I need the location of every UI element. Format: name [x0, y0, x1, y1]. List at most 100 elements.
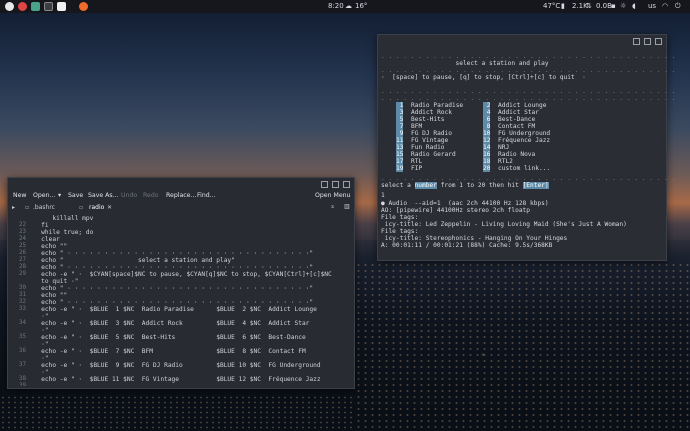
code-line: clear: [30, 236, 60, 243]
station-name: Fun Radio: [411, 144, 445, 151]
line-number: 36: [19, 348, 26, 354]
line-number: 34: [19, 320, 26, 326]
player-output-line: ● Audio --aid=1 (aac 2ch 44100 Hz 128 kb…: [381, 200, 549, 207]
disk-icon: ▪: [611, 2, 616, 10]
weather-temp[interactable]: 16°: [355, 2, 367, 11]
line-number: 35: [19, 334, 26, 340]
new-button[interactable]: New: [13, 192, 27, 199]
browser-icon[interactable]: [79, 2, 88, 11]
code-line: while true; do: [30, 229, 94, 236]
prompt-highlight: [Enter]: [522, 182, 549, 189]
wifi-icon[interactable]: ◠: [662, 2, 668, 11]
keyboard-layout[interactable]: us: [648, 2, 656, 11]
replace-button[interactable]: Replace...: [166, 192, 196, 199]
player-output-line: icy-title: Stereophonics - Hanging On Yo…: [381, 235, 568, 242]
tab-close-icon[interactable]: ✕: [107, 204, 112, 211]
sidebar-toggle-icon[interactable]: ▥: [344, 203, 350, 210]
station-number: 9: [396, 130, 404, 137]
station-number: 3: [396, 109, 404, 116]
code-line: ·": [30, 355, 49, 362]
station-name: FG DJ Radio: [411, 130, 452, 137]
code-line: echo "": [30, 243, 68, 250]
station-number: 14: [483, 144, 491, 151]
station-number: 15: [396, 151, 404, 158]
undo-button[interactable]: Undo: [121, 192, 137, 199]
line-number: 25: [19, 243, 26, 249]
city-lights-left: [0, 395, 355, 431]
line-number: 22: [19, 222, 26, 228]
tab-bashrc[interactable]: .bashrc: [33, 204, 55, 211]
code-line: echo " select a station and play": [30, 257, 235, 264]
open-button[interactable]: Open...: [33, 192, 55, 199]
line-number: 29: [19, 271, 26, 277]
player-output-line: File tags:: [381, 228, 419, 235]
code-line: ·": [30, 327, 49, 334]
station-name: custom link...: [498, 165, 551, 172]
redo-button[interactable]: Redo: [143, 192, 159, 199]
tab-list-icon[interactable]: ▸: [12, 204, 15, 211]
terminal-window[interactable]: . . . . . . . . . . . . . . . . . . . . …: [377, 34, 675, 261]
maximize-icon[interactable]: [644, 38, 651, 45]
clock[interactable]: 8:20: [328, 2, 344, 11]
prompt-text: select a: [381, 182, 415, 189]
station-number: 5: [396, 116, 404, 123]
line-number: 27: [19, 257, 26, 263]
dotted-border: . . . . . . . . . . . . . . . . . . . . …: [381, 53, 676, 60]
code-line: ·": [30, 341, 49, 348]
files-icon[interactable]: [31, 2, 40, 11]
brightness-icon[interactable]: ☼: [620, 2, 626, 11]
player-output-line: File tags:: [381, 214, 419, 221]
text-editor-window[interactable]: New Open... ▾ Save Save As... Undo Redo …: [7, 177, 355, 389]
line-number: 28: [19, 264, 26, 270]
save-as-button[interactable]: Save As...: [88, 192, 119, 199]
station-name: Radio Nova: [498, 151, 536, 158]
thermometer-icon: ▮: [561, 2, 565, 10]
line-number: 31: [19, 292, 26, 298]
open-menu-button[interactable]: Open Menu: [315, 192, 350, 199]
station-number: 10: [483, 130, 491, 137]
tab-radio[interactable]: radio: [89, 204, 104, 211]
spellcheck-icon[interactable]: ⌅: [330, 203, 335, 210]
vivaldi-icon[interactable]: [18, 2, 27, 11]
station-name: FG Vintage: [411, 137, 449, 144]
station-number: 1: [396, 102, 404, 109]
user-input: 1: [381, 192, 385, 199]
close-icon[interactable]: [655, 38, 662, 45]
open-dropdown-icon[interactable]: ▾: [58, 192, 61, 199]
station-name: FG Underground: [498, 130, 551, 137]
code-line: echo -e " · $BLUE 11 $NC FG Vintage $BLU…: [30, 376, 321, 383]
station-name: NRJ: [498, 144, 510, 151]
station-name: Radio Paradise: [411, 102, 464, 109]
station-number: 7: [396, 123, 404, 130]
station-number: 11: [396, 137, 404, 144]
dotted-border: . . . . . . . . . . . . . . . . . . . . …: [381, 88, 676, 95]
line-number: 39: [19, 383, 26, 386]
minimize-icon[interactable]: [633, 38, 640, 45]
line-number: 30: [19, 285, 26, 291]
network-icon: ⇅: [586, 2, 592, 10]
text-editor-icon[interactable]: [57, 2, 66, 11]
code-line: ·": [30, 369, 49, 376]
power-icon[interactable]: ⏻: [675, 2, 681, 11]
station-name: Radio Gerard: [411, 151, 456, 158]
code-line: echo " · · · · · · · · · · · · · · · · ·…: [30, 285, 314, 292]
station-number: 12: [483, 137, 491, 144]
window-controls: [633, 38, 662, 45]
line-number: 26: [19, 250, 26, 256]
weather-icon: ☁: [345, 2, 352, 10]
station-name: FIP: [411, 165, 423, 172]
line-number: 24: [19, 236, 26, 242]
volume-icon[interactable]: ◖: [632, 2, 636, 11]
station-number: 20: [483, 165, 491, 172]
tab-bar: ▸ ▫ .bashrc ▫ radio ✕ ⌅ ▥: [8, 202, 354, 213]
menu-title: select a station and play: [381, 60, 549, 67]
code-editor[interactable]: killall mpv 22 fi 23 while true; do 24 clea…: [8, 214, 354, 386]
app-launcher-icon[interactable]: [5, 2, 14, 11]
code-line: echo -e " · $BLUE 3 $NC Addict Rock $BLU…: [30, 320, 310, 327]
find-button[interactable]: Find...: [197, 192, 216, 199]
save-button[interactable]: Save: [68, 192, 83, 199]
player-output-line: icy-title: Led Zeppelin - Living Loving …: [381, 221, 627, 228]
terminal-icon[interactable]: [44, 2, 53, 11]
code-line: echo -e " · $BLUE 5 $NC Best-Hits $BLUE …: [30, 334, 306, 341]
station-name: RTL: [411, 158, 423, 165]
